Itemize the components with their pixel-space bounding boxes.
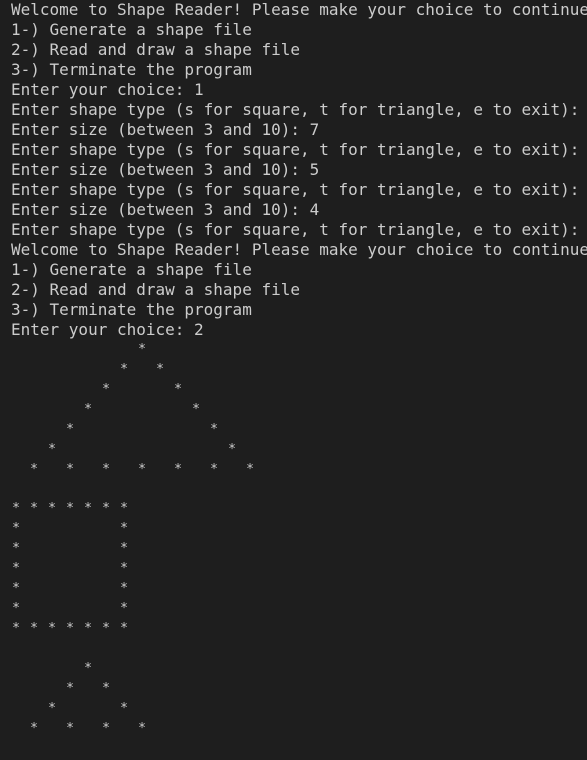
terminal-line: Enter size (between 3 and 10): 4 <box>11 200 320 219</box>
square-star: * <box>48 501 56 516</box>
square-star: * <box>12 621 20 636</box>
triangle-star: * <box>84 661 92 676</box>
square-star: * <box>120 501 128 516</box>
square-star: * <box>12 541 20 556</box>
square-star: * <box>66 621 74 636</box>
triangle-star: * <box>66 721 74 736</box>
square-star: * <box>120 521 128 536</box>
triangle-star: * <box>48 442 56 457</box>
terminal-line: Welcome to Shape Reader! Please make you… <box>11 240 587 259</box>
terminal-window[interactable]: Welcome to Shape Reader! Please make you… <box>0 0 587 760</box>
triangle-star: * <box>30 462 38 477</box>
triangle-star: * <box>120 701 128 716</box>
square-star: * <box>120 561 128 576</box>
terminal-line: 3-) Terminate the program <box>11 60 252 79</box>
terminal-line: 2-) Read and draw a shape file <box>11 280 300 299</box>
terminal-line: Enter your choice: 1 <box>11 80 204 99</box>
triangle-star: * <box>174 462 182 477</box>
square-star: * <box>12 501 20 516</box>
terminal-line: Enter shape type (s for square, t for tr… <box>11 220 587 239</box>
terminal-output: Welcome to Shape Reader! Please make you… <box>11 0 587 340</box>
square-star: * <box>66 501 74 516</box>
square-star: * <box>120 581 128 596</box>
triangle-star: * <box>246 462 254 477</box>
triangle-star: * <box>192 402 200 417</box>
triangle-star: * <box>138 342 146 357</box>
terminal-line: Enter size (between 3 and 10): 5 <box>11 160 320 179</box>
triangle-star: * <box>66 681 74 696</box>
square-star: * <box>84 501 92 516</box>
terminal-line: Enter shape type (s for square, t for tr… <box>11 180 587 199</box>
square-star: * <box>120 541 128 556</box>
square-star: * <box>12 581 20 596</box>
triangle-star: * <box>210 422 218 437</box>
triangle-star: * <box>48 701 56 716</box>
square-star: * <box>12 561 20 576</box>
terminal-line: 2-) Read and draw a shape file <box>11 40 300 59</box>
triangle-star: * <box>156 362 164 377</box>
triangle-star: * <box>102 462 110 477</box>
terminal-line: 3-) Terminate the program <box>11 300 252 319</box>
terminal-line: 1-) Generate a shape file <box>11 20 252 39</box>
triangle-star: * <box>102 382 110 397</box>
square-star: * <box>84 621 92 636</box>
triangle-star: * <box>102 681 110 696</box>
terminal-line: Enter size (between 3 and 10): 7 <box>11 120 320 139</box>
triangle-star: * <box>66 422 74 437</box>
terminal-line: Welcome to Shape Reader! Please make you… <box>11 0 587 19</box>
square-star: * <box>102 501 110 516</box>
square-star: * <box>120 601 128 616</box>
triangle-star: * <box>66 462 74 477</box>
triangle-star: * <box>228 442 236 457</box>
terminal-line: Enter shape type (s for square, t for tr… <box>11 140 587 159</box>
square-star: * <box>48 621 56 636</box>
triangle-star: * <box>138 462 146 477</box>
square-star: * <box>12 601 20 616</box>
triangle-star: * <box>138 721 146 736</box>
terminal-line: 1-) Generate a shape file <box>11 260 252 279</box>
triangle-star: * <box>84 402 92 417</box>
terminal-line: Enter shape type (s for square, t for tr… <box>11 100 587 119</box>
square-star: * <box>120 621 128 636</box>
square-star: * <box>30 501 38 516</box>
square-star: * <box>12 521 20 536</box>
square-star: * <box>102 621 110 636</box>
terminal-line: Enter your choice: 2 <box>11 320 204 339</box>
square-star: * <box>30 621 38 636</box>
triangle-star: * <box>102 721 110 736</box>
triangle-star: * <box>210 462 218 477</box>
triangle-star: * <box>120 362 128 377</box>
triangle-star: * <box>30 721 38 736</box>
triangle-star: * <box>174 382 182 397</box>
